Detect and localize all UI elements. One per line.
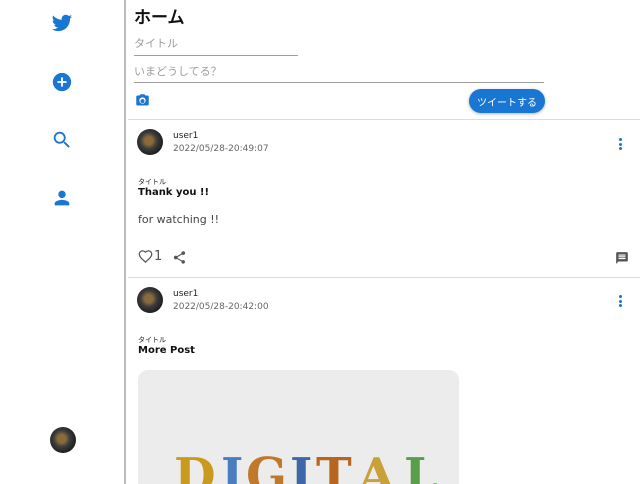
share-icon [173, 251, 186, 264]
share-button[interactable] [172, 250, 188, 266]
avatar-image [137, 287, 163, 313]
sidebar [0, 0, 126, 484]
more-options-button[interactable] [614, 136, 626, 152]
attach-photo-button[interactable] [135, 93, 151, 109]
main-content: ホーム ツイートする user1 2022/05/28-20:49:07 タイト… [128, 0, 640, 484]
image-letter-a: A [358, 448, 396, 484]
image-letter-t: T [316, 448, 352, 484]
search-icon [53, 131, 70, 148]
post-username: user1 [173, 131, 199, 141]
like-count: 1 [154, 249, 163, 264]
image-letter-l: L [404, 448, 438, 484]
sidebar-item-home[interactable] [50, 11, 74, 35]
sidebar-item-new-post[interactable] [50, 70, 74, 94]
post-avatar[interactable] [137, 129, 163, 155]
person-icon [54, 190, 70, 206]
image-letter-i: I [221, 448, 244, 484]
comment-icon [616, 252, 628, 264]
post-avatar[interactable] [137, 287, 163, 313]
post-timestamp: 2022/05/28-20:49:07 [173, 144, 269, 154]
image-letter-d: D [174, 448, 216, 484]
add-circle-icon [52, 72, 72, 92]
avatar-image [50, 427, 76, 453]
post-card: user1 2022/05/28-20:42:00 タイトル More Post… [128, 278, 640, 484]
post-timestamp: 2022/05/28-20:42:00 [173, 302, 269, 312]
sidebar-item-profile[interactable] [50, 186, 74, 210]
tweet-body-input[interactable] [134, 61, 544, 83]
post-title: Thank you !! [138, 187, 210, 198]
post-title: More Post [138, 345, 195, 356]
title-input[interactable] [134, 34, 298, 56]
image-letter-g: G [246, 448, 287, 484]
comment-button[interactable] [615, 250, 631, 266]
twitter-bird-icon [51, 14, 73, 32]
user-avatar[interactable] [50, 427, 76, 453]
post-title-label: タイトル [138, 178, 166, 186]
camera-icon [136, 94, 149, 106]
heart-outline-icon [138, 250, 153, 263]
like-button[interactable]: 1 [138, 249, 162, 264]
post-image[interactable]: D I G I T A L [138, 370, 459, 484]
page-title: ホーム [134, 8, 185, 28]
more-options-button[interactable] [614, 293, 626, 309]
post-username: user1 [173, 289, 199, 299]
post-card: user1 2022/05/28-20:49:07 タイトル Thank you… [128, 120, 640, 277]
post-body: for watching !! [138, 213, 220, 226]
tweet-button[interactable]: ツイートする [469, 89, 545, 113]
post-title-label: タイトル [138, 336, 166, 344]
image-letter-i2: I [290, 448, 313, 484]
more-vert-icon [618, 295, 622, 298]
avatar-image [137, 129, 163, 155]
sidebar-item-search[interactable] [50, 128, 74, 152]
more-vert-icon [618, 138, 622, 141]
